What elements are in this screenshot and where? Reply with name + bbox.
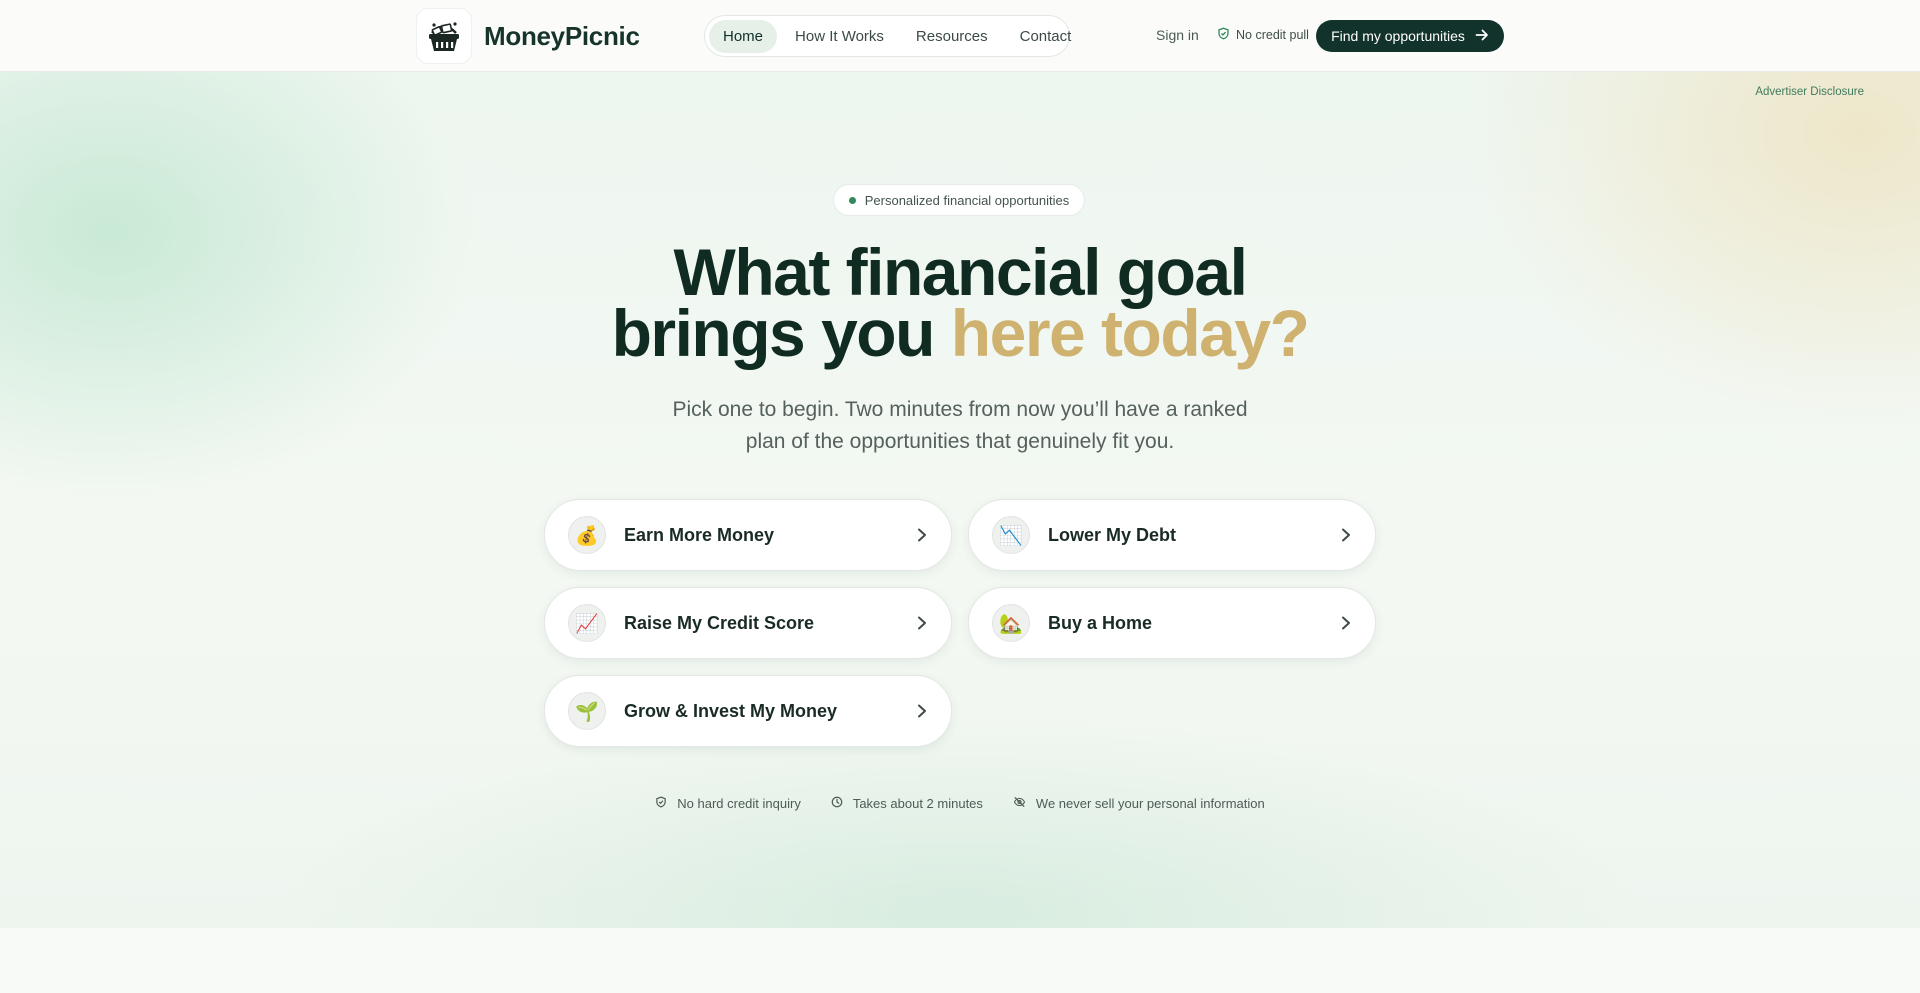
status-dot-icon bbox=[848, 196, 856, 204]
goal-card-earn-more-money[interactable]: 💰 Earn More Money bbox=[544, 499, 952, 571]
goal-card-label: Lower My Debt bbox=[1048, 524, 1177, 545]
goal-card-label: Raise My Credit Score bbox=[624, 612, 815, 633]
headline-accent: here today? bbox=[950, 296, 1310, 370]
clock-icon bbox=[831, 796, 843, 811]
personalized-badge-text: Personalized financial opportunities bbox=[864, 192, 1070, 208]
logo[interactable]: MoneyPicnic bbox=[416, 8, 640, 64]
page-title: What financial goal brings you here toda… bbox=[0, 239, 1920, 366]
goal-card-grow-invest[interactable]: 🌱 Grow & Invest My Money bbox=[544, 675, 952, 747]
goal-card-lower-my-debt[interactable]: 📉 Lower My Debt bbox=[968, 499, 1376, 571]
nav-item-contact[interactable]: Contact bbox=[1006, 20, 1086, 53]
eye-off-icon bbox=[1013, 796, 1026, 811]
chevron-right-icon bbox=[1339, 528, 1353, 542]
nav-item-home[interactable]: Home bbox=[709, 19, 778, 53]
chevron-right-icon bbox=[915, 616, 929, 630]
trust-item-label: We never sell your personal information bbox=[1035, 796, 1265, 811]
trust-item-label: Takes about 2 minutes bbox=[852, 796, 983, 811]
goal-card-label: Grow & Invest My Money bbox=[624, 700, 838, 721]
site-header: MoneyPicnic Home How It Works Resources … bbox=[0, 0, 1920, 72]
main-nav: Home How It Works Resources Contact bbox=[704, 15, 1071, 57]
chevron-right-icon bbox=[1339, 616, 1353, 630]
advertiser-disclosure-link[interactable]: Advertiser Disclosure bbox=[1755, 86, 1864, 98]
trust-item-two-minutes: Takes about 2 minutes bbox=[831, 796, 983, 811]
chart-increasing-icon: 📈 bbox=[568, 604, 606, 642]
trust-item-label: No hard credit inquiry bbox=[677, 796, 801, 811]
brand-name: MoneyPicnic bbox=[484, 20, 640, 51]
lower-section bbox=[0, 928, 1920, 993]
goal-card-label: Buy a Home bbox=[1048, 612, 1153, 633]
house-icon: 🏡 bbox=[992, 604, 1030, 642]
no-credit-pull-badge: No credit pull bbox=[1217, 27, 1309, 43]
chart-decreasing-icon: 📉 bbox=[992, 516, 1030, 554]
chevron-right-icon bbox=[915, 528, 929, 542]
trust-row: No hard credit inquiry Takes about 2 min… bbox=[0, 796, 1920, 811]
hero-subtitle: Pick one to begin. Two minutes from now … bbox=[672, 398, 1248, 453]
nav-item-how-it-works[interactable]: How It Works bbox=[781, 20, 898, 53]
arrow-right-icon bbox=[1475, 28, 1489, 45]
hero-section: Advertiser Disclosure Personalized finan… bbox=[0, 72, 1920, 928]
nav-item-resources[interactable]: Resources bbox=[902, 20, 1002, 53]
shield-check-icon bbox=[1217, 27, 1230, 43]
sign-in-link[interactable]: Sign in bbox=[1156, 27, 1199, 43]
picnic-basket-icon bbox=[416, 8, 472, 64]
shield-check-icon bbox=[655, 796, 667, 811]
money-bag-icon: 💰 bbox=[568, 516, 606, 554]
chevron-right-icon bbox=[915, 704, 929, 718]
trust-item-no-hard-inquiry: No hard credit inquiry bbox=[655, 796, 801, 811]
goal-card-raise-credit-score[interactable]: 📈 Raise My Credit Score bbox=[544, 587, 952, 659]
headline-line-2: brings you bbox=[611, 296, 936, 370]
trust-item-never-sell: We never sell your personal information bbox=[1013, 796, 1265, 811]
personalized-badge: Personalized financial opportunities bbox=[833, 184, 1085, 216]
seedling-icon: 🌱 bbox=[568, 692, 606, 730]
find-opportunities-button[interactable]: Find my opportunities bbox=[1316, 20, 1504, 52]
goal-card-label: Earn More Money bbox=[624, 524, 775, 545]
no-credit-pull-text: No credit pull bbox=[1236, 28, 1309, 42]
cta-label: Find my opportunities bbox=[1331, 28, 1465, 44]
goal-card-buy-a-home[interactable]: 🏡 Buy a Home bbox=[968, 587, 1376, 659]
